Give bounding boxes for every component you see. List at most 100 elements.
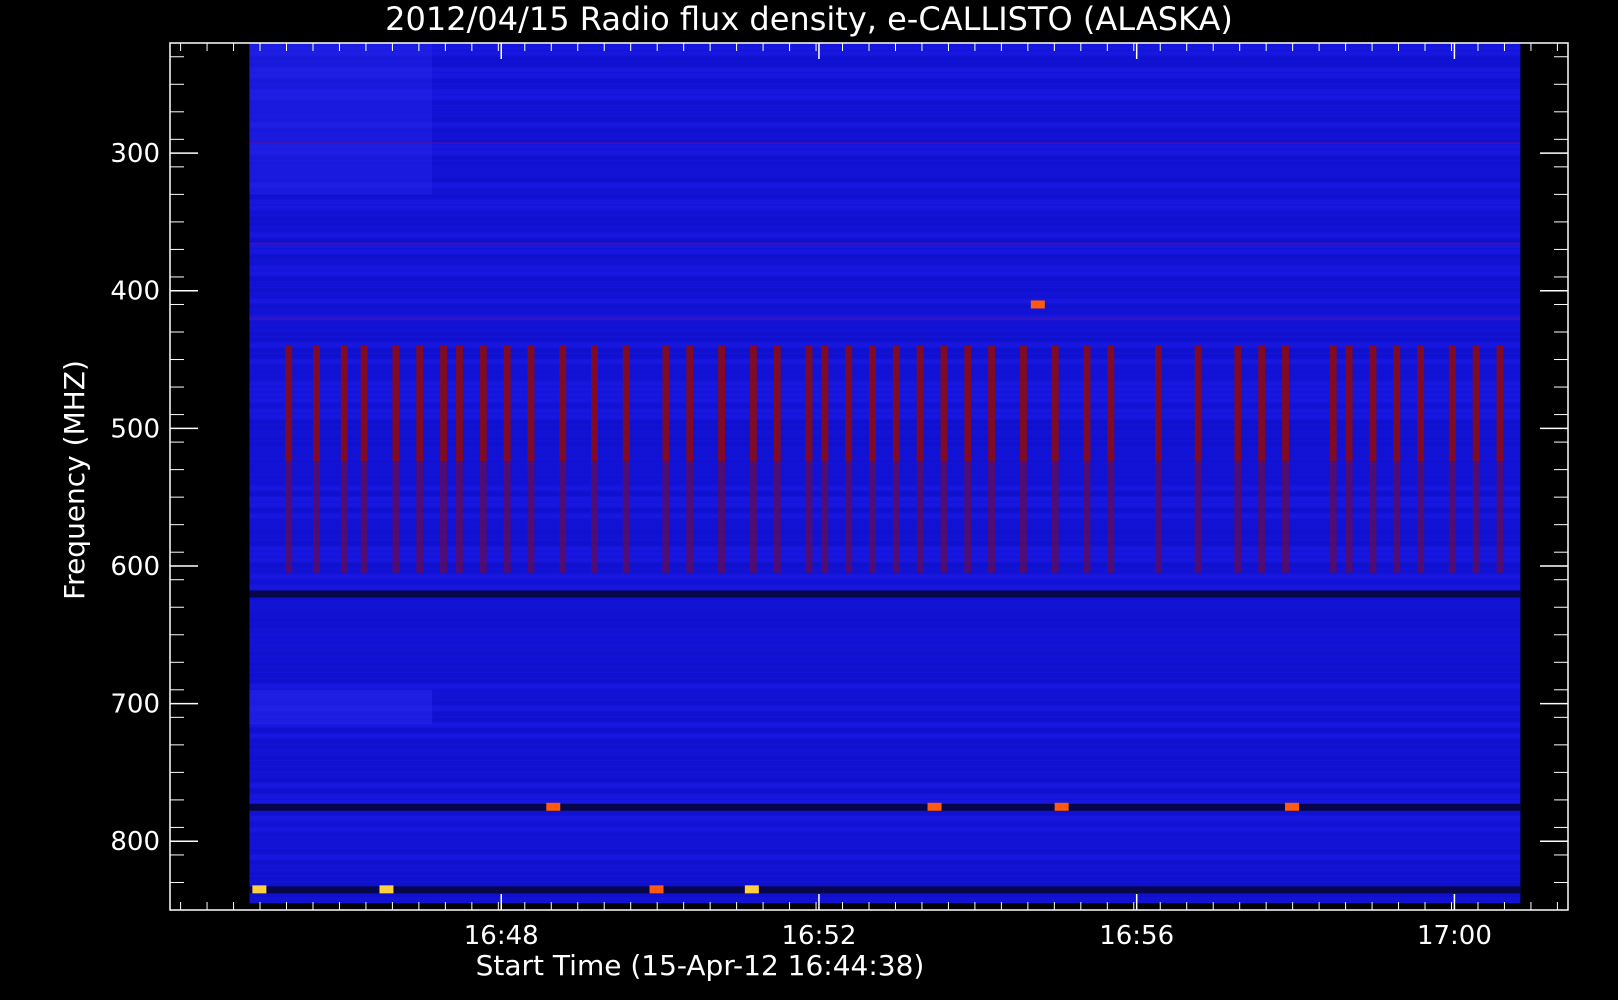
interference-stripe bbox=[1282, 345, 1290, 462]
interference-stripe bbox=[360, 345, 368, 462]
noise-row bbox=[249, 111, 1521, 116]
interference-stripe bbox=[622, 461, 630, 573]
noise-row bbox=[249, 689, 1521, 694]
interference-stripe bbox=[392, 461, 400, 573]
noise-row bbox=[249, 84, 1521, 89]
interference-stripe bbox=[1393, 345, 1401, 462]
noise-row bbox=[249, 155, 1521, 160]
interference-stripe bbox=[285, 461, 293, 573]
noise-row bbox=[249, 293, 1521, 298]
interference-stripe bbox=[1496, 345, 1504, 462]
interference-stripe bbox=[1472, 461, 1480, 573]
spectrogram-plot bbox=[249, 43, 1521, 904]
noise-row bbox=[249, 172, 1521, 177]
noise-row bbox=[249, 205, 1521, 210]
interference-stripe bbox=[1107, 345, 1115, 462]
interference-stripe bbox=[527, 461, 535, 573]
interference-stripe bbox=[455, 461, 463, 573]
interference-stripe bbox=[845, 461, 853, 573]
interference-stripe bbox=[749, 461, 757, 573]
interference-stripe bbox=[590, 461, 598, 573]
interference-stripe bbox=[1369, 461, 1377, 573]
chart-title: 2012/04/15 Radio flux density, e-CALLIST… bbox=[385, 0, 1233, 38]
noise-row bbox=[249, 876, 1521, 882]
noise-row bbox=[249, 623, 1521, 628]
noise-row bbox=[249, 216, 1521, 221]
hot-spot bbox=[546, 802, 561, 811]
noise-row bbox=[249, 849, 1521, 854]
noise-row bbox=[249, 662, 1521, 667]
interference-stripe bbox=[988, 345, 996, 462]
interference-stripe bbox=[1282, 461, 1290, 573]
noise-row bbox=[249, 100, 1521, 105]
y-axis-label: Frequency (MHZ) bbox=[58, 360, 91, 600]
noise-row bbox=[249, 601, 1521, 606]
noise-row bbox=[249, 309, 1521, 315]
interference-stripe bbox=[440, 461, 448, 573]
noise-row bbox=[249, 882, 1521, 887]
dark-band bbox=[249, 803, 1521, 811]
interference-stripe bbox=[1258, 345, 1266, 462]
noise-row bbox=[249, 733, 1521, 738]
noise-row bbox=[249, 238, 1521, 243]
noise-row bbox=[249, 45, 1521, 50]
noise-row bbox=[249, 684, 1521, 689]
noise-row bbox=[249, 282, 1521, 287]
noise-row bbox=[249, 722, 1521, 727]
interference-stripe bbox=[360, 461, 368, 573]
interference-stripe bbox=[1417, 345, 1425, 462]
interference-stripe bbox=[718, 345, 726, 462]
x-axis-label: Start Time (15-Apr-12 16:44:38) bbox=[476, 949, 925, 982]
interference-stripe bbox=[773, 461, 781, 573]
interference-stripe bbox=[1194, 461, 1202, 573]
interference-stripe bbox=[773, 345, 781, 462]
noise-row bbox=[249, 629, 1521, 634]
hot-spot bbox=[1284, 802, 1299, 811]
noise-row bbox=[249, 199, 1521, 205]
interference-stripe bbox=[1083, 461, 1091, 573]
interference-stripe bbox=[988, 461, 996, 573]
interference-stripe bbox=[1345, 461, 1353, 573]
interference-stripe bbox=[1472, 345, 1480, 462]
noise-row bbox=[249, 865, 1521, 871]
emission-line bbox=[249, 318, 1521, 321]
interference-stripe bbox=[718, 461, 726, 573]
interference-stripe bbox=[916, 461, 924, 573]
noise-row bbox=[249, 188, 1521, 194]
y-tick-label: 300 bbox=[110, 139, 160, 169]
interference-stripe bbox=[869, 345, 876, 462]
noise-row bbox=[249, 73, 1521, 78]
noise-row bbox=[249, 227, 1521, 232]
interference-stripe bbox=[1154, 345, 1162, 462]
noise-row bbox=[249, 210, 1521, 216]
noise-row bbox=[249, 249, 1521, 254]
noise-row bbox=[249, 794, 1521, 799]
noise-row bbox=[249, 320, 1521, 326]
noise-row bbox=[249, 651, 1521, 656]
y-tick-label: 400 bbox=[110, 277, 160, 307]
interference-stripe bbox=[869, 461, 876, 573]
hot-spot bbox=[1030, 300, 1045, 309]
interference-stripe bbox=[1417, 461, 1425, 573]
noise-row bbox=[249, 750, 1521, 755]
interference-stripe bbox=[1369, 345, 1377, 462]
noise-row bbox=[249, 860, 1521, 865]
noise-row bbox=[249, 711, 1521, 716]
hot-spot bbox=[379, 885, 394, 894]
interference-stripe bbox=[805, 345, 813, 462]
hot-spot bbox=[927, 802, 942, 811]
noise-row bbox=[249, 799, 1521, 805]
noise-row bbox=[249, 161, 1521, 166]
noise-row bbox=[249, 843, 1521, 849]
noise-row bbox=[249, 728, 1521, 733]
noise-row bbox=[249, 89, 1521, 94]
interference-stripe bbox=[622, 345, 630, 462]
interference-stripe bbox=[892, 345, 900, 462]
noise-row bbox=[249, 232, 1521, 238]
interference-stripe bbox=[1393, 461, 1401, 573]
x-tick-label: 16:48 bbox=[464, 921, 539, 951]
noise-row bbox=[249, 744, 1521, 749]
noise-row bbox=[249, 678, 1521, 683]
interference-stripe bbox=[1051, 345, 1059, 462]
interference-stripe bbox=[662, 461, 670, 573]
